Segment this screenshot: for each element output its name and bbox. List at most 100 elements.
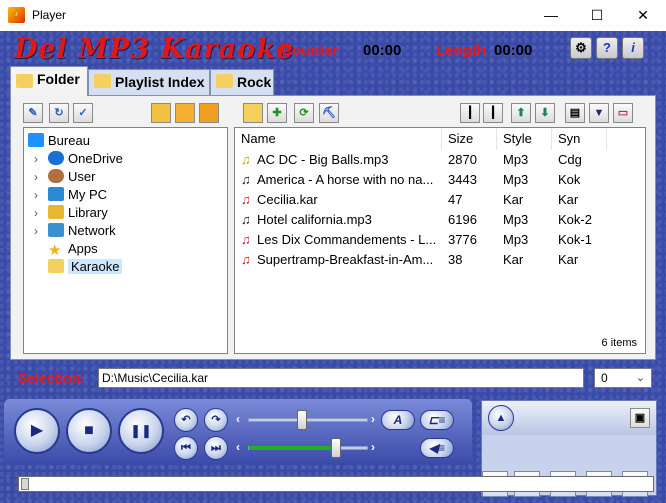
table-row[interactable]: ♫ Cecilia.kar 47 Kar Kar — [235, 190, 645, 210]
file-list-header: Name Size Style Syn — [235, 128, 645, 150]
window-icon[interactable]: ▤ — [565, 103, 585, 123]
play-button[interactable]: ▶ — [14, 408, 60, 454]
upload-icon[interactable]: ⬆ — [511, 103, 531, 123]
length-label: Length — [436, 42, 486, 59]
file-syn: Kar — [558, 252, 579, 267]
table-row[interactable]: ♫ Hotel california.mp3 6196 Mp3 Kok-2 — [235, 210, 645, 230]
equalizer-icon[interactable]: ┃ — [460, 103, 480, 123]
file-style: Mp3 — [503, 232, 529, 247]
info-icon[interactable]: i — [622, 37, 644, 59]
file-style: Mp3 — [503, 152, 529, 167]
rewind-button[interactable]: ↶ — [174, 408, 198, 432]
file-size: 6196 — [448, 212, 477, 227]
tree-item-my-pc[interactable]: My PC — [48, 186, 107, 204]
settings-gear-icon[interactable]: ⚙ — [570, 37, 592, 59]
window-title: Player — [32, 8, 67, 22]
edit-icon[interactable]: ✎ — [23, 103, 43, 123]
selection-combo[interactable]: 0 ⌄ — [594, 368, 652, 388]
tempo-slider-track[interactable] — [248, 418, 368, 422]
seek-bar[interactable] — [18, 476, 654, 492]
tab-playlist-index[interactable]: Playlist Index — [88, 69, 210, 95]
music-note-icon: ♫ — [241, 152, 251, 167]
minimize-panel-icon[interactable]: ▭ — [613, 103, 633, 123]
search-binoculars-icon[interactable]: ⛏ — [319, 103, 339, 123]
tree-item-bureau[interactable]: Bureau — [28, 132, 90, 150]
lyrics-display-icon[interactable]: ⊏≡ — [420, 410, 454, 430]
volume-slider-thumb[interactable] — [330, 438, 341, 458]
computer-icon — [48, 187, 64, 201]
table-row[interactable]: ♫ Supertramp-Breakfast-in-Am... 38 Kar Ka… — [235, 250, 645, 270]
file-name: Les Dix Commandements - L... — [257, 232, 437, 247]
sync-icon[interactable]: ⟳ — [294, 103, 314, 123]
close-button[interactable]: ✕ — [620, 0, 666, 31]
folder-remove-icon[interactable] — [199, 103, 219, 123]
music-note-icon: ♫ — [241, 252, 251, 267]
file-name: Supertramp-Breakfast-in-Am... — [257, 252, 434, 267]
app-logo: Del MP3 Karaoke — [14, 34, 295, 65]
bars-icon[interactable]: ┃ — [483, 103, 503, 123]
file-size: 47 — [448, 192, 463, 207]
chevron-right-icon[interactable]: › — [371, 412, 375, 426]
file-name: AC DC - Big Balls.mp3 — [257, 152, 389, 167]
pause-button[interactable]: ❚❚ — [118, 408, 164, 454]
dropdown-icon[interactable]: ▼ — [589, 103, 609, 123]
tree-item-user[interactable]: User — [48, 168, 95, 186]
network-icon — [48, 223, 64, 237]
expand-arrow-icon[interactable]: › — [34, 186, 44, 204]
stop-button[interactable]: ■ — [66, 408, 112, 454]
tree-item-apps[interactable]: ★ Apps — [48, 240, 98, 258]
previous-track-button[interactable]: ⏮ — [174, 436, 198, 460]
maximize-button[interactable]: ☐ — [574, 0, 620, 31]
next-track-button[interactable]: ⏭ — [204, 436, 228, 460]
tree-item-karaoke[interactable]: Karaoke — [48, 258, 123, 276]
minimize-button[interactable]: — — [528, 0, 574, 31]
tab-label: Rock — [237, 74, 272, 90]
download-icon[interactable]: ⬇ — [535, 103, 555, 123]
column-header-style[interactable]: Style — [497, 128, 552, 150]
forward-button[interactable]: ↷ — [204, 408, 228, 432]
column-header-size[interactable]: Size — [442, 128, 497, 150]
selection-path-input[interactable] — [98, 368, 584, 388]
table-row[interactable]: ♫ AC DC - Big Balls.mp3 2870 Mp3 Cdg — [235, 150, 645, 170]
expand-arrow-icon[interactable]: › — [34, 150, 44, 168]
file-size: 3776 — [448, 232, 477, 247]
tempo-slider-thumb[interactable] — [297, 410, 307, 430]
expand-arrow-icon[interactable]: › — [34, 168, 44, 186]
folder-open-icon[interactable] — [175, 103, 195, 123]
expand-arrow-icon[interactable]: › — [34, 222, 44, 240]
tree-item-library[interactable]: Library — [48, 204, 108, 222]
music-note-icon: ♫ — [241, 232, 251, 247]
player-frame: Del MP3 Karaoke Counter 00:00 Length 00:… — [0, 31, 666, 503]
chevron-right-icon[interactable]: › — [371, 440, 375, 454]
tab-folder[interactable]: Folder — [10, 66, 88, 96]
open-file-icon[interactable] — [243, 103, 263, 123]
chevron-left-icon[interactable]: ‹ — [236, 412, 240, 426]
file-syn: Kar — [558, 192, 579, 207]
volume-slider-track[interactable] — [248, 446, 368, 450]
speaker-volume-icon[interactable]: ◀≡ — [420, 438, 454, 458]
expand-arrow-icon[interactable]: › — [34, 204, 44, 222]
check-icon[interactable]: ✓ — [73, 103, 93, 123]
length-value: 00:00 — [494, 42, 533, 59]
add-file-icon[interactable]: ✚ — [267, 103, 287, 123]
column-header-syn[interactable]: Syn — [552, 128, 607, 150]
pitch-button[interactable]: A — [381, 410, 415, 430]
table-row[interactable]: ♫ America - A horse with no na... 3443 Mp… — [235, 170, 645, 190]
column-header-name[interactable]: Name — [235, 128, 442, 150]
help-icon[interactable]: ? — [596, 37, 618, 59]
seek-thumb[interactable] — [21, 478, 29, 490]
chevron-left-icon[interactable]: ‹ — [236, 440, 240, 454]
folder-add-icon[interactable] — [151, 103, 171, 123]
tree-item-network[interactable]: Network — [48, 222, 116, 240]
restore-window-icon[interactable]: ▣ — [630, 408, 650, 428]
chevron-down-icon: ⌄ — [635, 372, 645, 384]
tab-rock[interactable]: Rock — [210, 69, 274, 95]
table-row[interactable]: ♫ Les Dix Commandements - L... 3776 Mp3 K… — [235, 230, 645, 250]
file-style: Kar — [503, 252, 524, 267]
user-icon — [48, 169, 64, 183]
refresh-icon[interactable]: ↻ — [49, 103, 69, 123]
file-syn: Cdg — [558, 152, 582, 167]
logo-up-icon[interactable]: ▲ — [488, 405, 514, 431]
tree-item-onedrive[interactable]: OneDrive — [48, 150, 123, 168]
file-syn: Kok-2 — [558, 212, 592, 227]
